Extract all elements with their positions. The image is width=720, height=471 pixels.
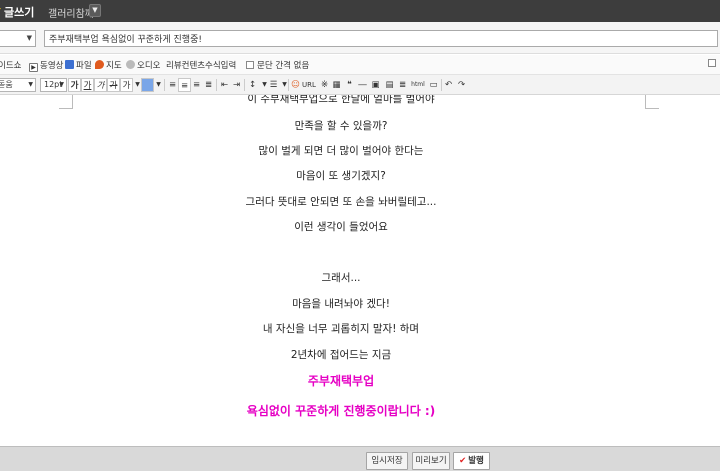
gallery-dropdown-button[interactable]: ▼ xyxy=(89,4,101,17)
preview-icon[interactable]: ▭ xyxy=(427,78,440,92)
editor-line-highlight: 욕심없이 꾸준하게 진행중이랍니다 :) xyxy=(246,404,436,418)
quote-icon[interactable]: ❝ xyxy=(343,78,356,92)
map-pin-icon xyxy=(95,60,104,69)
font-size-select[interactable]: 12pt ▼ xyxy=(40,78,67,92)
editor-line: 만족을 할 수 있을까? xyxy=(294,120,388,132)
toolbar-divider xyxy=(164,79,165,91)
editor-line: 2년차에 접어드는 지금 xyxy=(290,349,392,361)
slideshow-label: 이드쇼 xyxy=(0,61,22,71)
write-label: 글쓰기 xyxy=(4,6,35,19)
audio-label: 오디오 xyxy=(137,61,161,71)
review-content-button[interactable]: 리뷰컨텐츠 xyxy=(166,59,205,71)
format-toolbar: 돋움 ▼ 12pt ▼ 가 가 가 가 가 ▼ ▼ ≡ ≡ ≡ ≣ ⇤ ⇥ ↕ ▼ … xyxy=(0,75,720,95)
chevron-down-icon: ▼ xyxy=(59,81,64,88)
redo-icon[interactable]: ↷ xyxy=(455,78,468,92)
file-button[interactable]: 파일 xyxy=(65,59,92,71)
text-color-icon: 가 xyxy=(122,81,131,91)
underline-button[interactable]: 가 xyxy=(81,78,94,92)
paragraph-spacing-toggle[interactable]: 문단 간격 없음 xyxy=(246,59,309,71)
check-icon: ✔ xyxy=(459,456,467,466)
editor-line-highlight: 주부재택부업 xyxy=(307,374,375,388)
video-button[interactable]: ▶ 동영상 xyxy=(29,59,63,72)
file-icon xyxy=(65,60,74,69)
toolbar-divider xyxy=(216,79,217,91)
indent-icon[interactable]: ⇥ xyxy=(230,78,243,92)
editor-line: 그래서... xyxy=(321,272,361,284)
chevron-down-icon: ▼ xyxy=(26,34,32,42)
post-title-input[interactable] xyxy=(44,30,718,47)
bottom-action-bar: 임시저장 미리보기 ✔ 발행 xyxy=(0,446,720,471)
editor-line: 이런 생각이 들었어요 xyxy=(294,221,388,233)
editor-line: 마음을 내려놔야 겠다! xyxy=(292,298,390,310)
table-icon[interactable]: ▦ xyxy=(330,78,343,92)
file-label: 파일 xyxy=(76,61,92,71)
editor-line: 내 자신을 너무 괴롭히지 말자! 하며 xyxy=(262,323,420,335)
gallery-link[interactable]: 갤러리참께 xyxy=(48,5,94,20)
paragraph-spacing-checkbox[interactable] xyxy=(246,61,254,69)
editor-line: 많이 벌게 되면 더 많이 벌어야 한다는 xyxy=(258,145,424,157)
editor-area[interactable]: 이 주부재택부업으로 한달에 얼마를 벌어야 만족을 할 수 있을까? 많이 벌… xyxy=(0,95,720,446)
image-icon[interactable]: ▣ xyxy=(369,78,382,92)
attachment-toolbar: 이드쇼 ▶ 동영상 파일 지도 오디오 리뷰컨텐츠 수식입력 문단 간격 없음 xyxy=(0,55,720,75)
strikethrough-button[interactable]: 가 xyxy=(107,78,120,92)
url-button[interactable]: URL xyxy=(300,78,318,92)
write-tab[interactable]: /글쓰기 xyxy=(0,4,34,20)
map-label: 지도 xyxy=(106,61,122,71)
align-justify-icon[interactable]: ≣ xyxy=(202,78,215,92)
publish-label: 발행 xyxy=(468,456,484,466)
right-checkbox-box[interactable] xyxy=(708,59,716,67)
paragraph-spacing-label: 문단 간격 없음 xyxy=(257,61,310,71)
formula-button[interactable]: 수식입력 xyxy=(205,59,236,71)
chevron-down-icon: ▼ xyxy=(28,81,33,88)
editor-line: 이 주부재택부업으로 한달에 얼마를 벌어야 xyxy=(247,95,435,105)
preview-button[interactable]: 미리보기 xyxy=(412,452,450,470)
audio-icon xyxy=(126,60,135,69)
publish-button[interactable]: ✔ 발행 xyxy=(453,452,490,470)
font-family-select[interactable]: 돋움 ▼ xyxy=(0,78,36,92)
category-select[interactable]: ▼ xyxy=(0,30,36,47)
top-bar: /글쓰기 갤러리참께 ▼ xyxy=(0,0,720,22)
play-icon: ▶ xyxy=(29,63,38,72)
editor-line: 마음이 또 생기겠지? xyxy=(296,170,386,182)
audio-button[interactable]: 오디오 xyxy=(126,59,160,71)
italic-button[interactable]: 가 xyxy=(94,78,107,92)
html-icon[interactable]: ≣ xyxy=(396,78,409,92)
code-icon[interactable]: ▤ xyxy=(383,78,396,92)
bold-button[interactable]: 가 xyxy=(68,78,81,92)
editor-line: 그러다 뜻대로 안되면 또 손을 놔버릴테고... xyxy=(245,196,437,208)
save-draft-button[interactable]: 임시저장 xyxy=(366,452,408,470)
video-label: 동영상 xyxy=(40,61,64,71)
toolbar-divider xyxy=(244,79,245,91)
hr-icon[interactable]: ― xyxy=(356,78,369,92)
map-button[interactable]: 지도 xyxy=(95,59,122,71)
right-checkbox[interactable] xyxy=(708,59,719,69)
title-row: ▼ xyxy=(0,22,720,54)
undo-icon[interactable]: ↶ xyxy=(442,78,455,92)
font-family-value: 돋움 xyxy=(0,80,13,89)
slideshow-button[interactable]: 이드쇼 xyxy=(0,59,21,71)
html-mode-icon[interactable]: html xyxy=(410,78,426,92)
